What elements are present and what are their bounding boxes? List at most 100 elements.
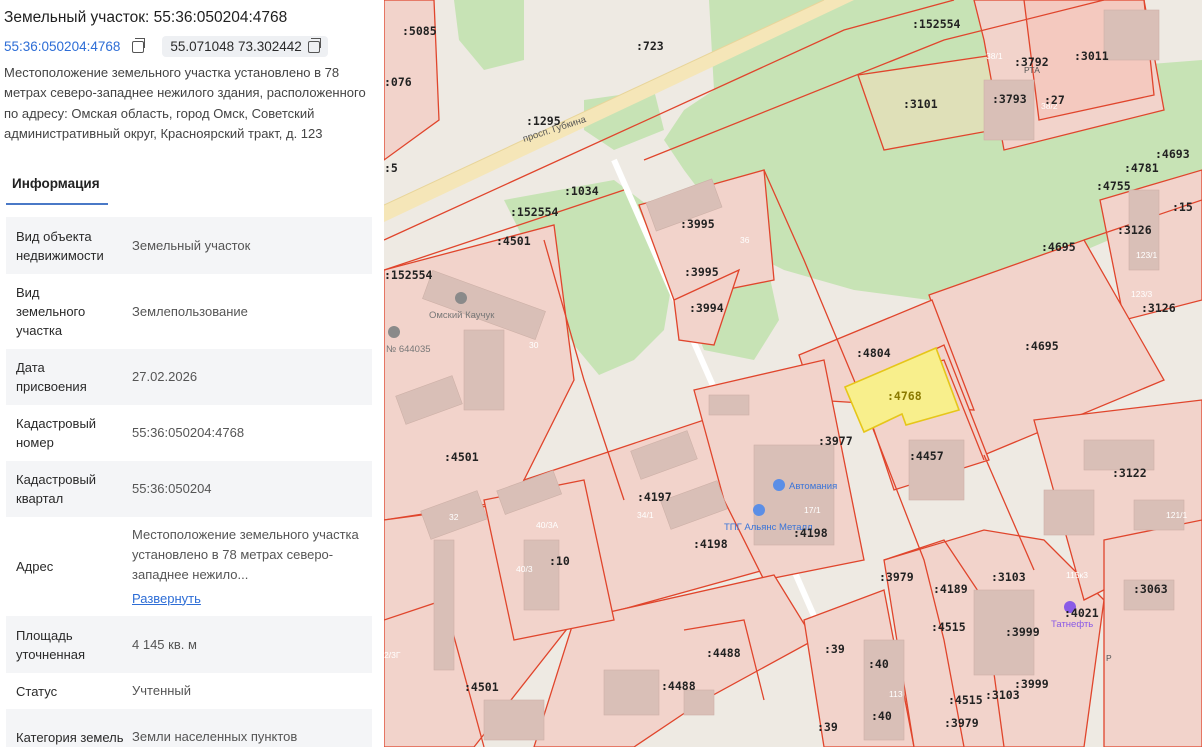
house-number: 115к3	[1066, 570, 1088, 580]
row-label: Статус	[16, 683, 58, 699]
row-value: Землепользование	[132, 303, 248, 319]
row-label: Кадастровый квартал	[16, 472, 97, 506]
poi-label: Омский Каучук	[429, 310, 495, 321]
house-number: 32	[449, 512, 459, 522]
coordinates-text: 55.071048 73.302442	[170, 39, 302, 54]
coordinates-chip[interactable]: 55.071048 73.302442	[162, 36, 328, 57]
parcel-label: :4488	[706, 646, 741, 660]
parcel-label: :5085	[402, 24, 437, 38]
parcel-label: :10	[549, 554, 570, 568]
parcel-label: :3792	[1014, 55, 1049, 69]
selected-parcel-label: :4768	[887, 389, 922, 403]
parcel-label: :39	[817, 720, 838, 734]
parcel-label: :723	[636, 39, 664, 53]
parcel-label: :3979	[944, 716, 979, 730]
house-number: 36	[740, 235, 750, 245]
poi-label: № 644035	[386, 344, 431, 355]
parcel-label: :4695	[1041, 240, 1076, 254]
house-number: 30	[529, 340, 539, 350]
shop-icon	[753, 504, 765, 516]
row-value: Земельный участок	[132, 237, 251, 253]
parcel-label: :4755	[1096, 179, 1131, 193]
table-row: Категория земель Земли населенных пункто…	[6, 709, 372, 747]
house-number: 38/1	[986, 51, 1003, 61]
parcel-label: :4501	[444, 450, 479, 464]
parcel-label: :15	[1172, 200, 1193, 214]
parcel-label: :3979	[879, 570, 914, 584]
parcel-label: :1295	[526, 114, 561, 128]
parcel-label: :4515	[931, 620, 966, 634]
row-label: Вид земельного участка	[16, 285, 86, 338]
expand-link[interactable]: Развернуть	[132, 589, 372, 609]
row-value: 4 145 кв. м	[132, 636, 197, 652]
table-row: Вид земельного участка Землепользование	[6, 274, 372, 349]
row-value: Земли населенных пунктов	[132, 729, 298, 744]
parcel-label: :4488	[661, 679, 696, 693]
tab-information[interactable]: Информация	[12, 176, 100, 191]
parcel-label: :3994	[689, 301, 724, 315]
parcel-label: :3126	[1141, 301, 1176, 315]
cadastral-map[interactable]: просп. Губкина Омский Каучук № 644035 Ав…	[384, 0, 1202, 747]
copy-icon[interactable]	[132, 37, 146, 53]
house-number: 113	[889, 689, 903, 699]
row-label: Категория земель	[16, 729, 124, 745]
tab-underline	[6, 203, 108, 205]
parcel-label: :076	[384, 75, 412, 89]
house-number: 17/1	[804, 505, 821, 515]
house-number: 123/1	[1136, 250, 1158, 260]
table-row: Площадь уточненная 4 145 кв. м	[6, 616, 372, 673]
parcel-label: :5	[384, 161, 398, 175]
id-chips: 55:36:050204:4768 55.071048 73.302442	[4, 36, 328, 57]
table-row: Вид объекта недвижимости Земельный участ…	[6, 217, 372, 274]
address-text: Местоположение земельного участка устано…	[132, 526, 359, 582]
row-label: Адрес	[16, 559, 54, 574]
parcel-label: :4198	[793, 526, 828, 540]
parcel-label: :3103	[985, 688, 1020, 702]
car-icon	[773, 479, 785, 491]
row-label: Вид объекта недвижимости	[16, 228, 104, 263]
parcel-label: :4693	[1155, 147, 1190, 161]
location-description: Местоположение земельного участка устано…	[4, 65, 366, 142]
parcel-label: :3063	[1133, 582, 1168, 596]
parcel-label: :40	[868, 657, 889, 671]
row-value: Местоположение земельного участка устано…	[132, 525, 372, 609]
parcel-label: :4189	[933, 582, 968, 596]
info-panel: Земельный участок: 55:36:050204:4768 55:…	[0, 0, 384, 747]
parcel-label: :4457	[909, 449, 944, 463]
parcel-label: :152554	[510, 205, 559, 219]
cadastral-number-link[interactable]: 55:36:050204:4768	[4, 39, 120, 54]
row-value: 55:36:050204	[132, 481, 212, 496]
parcel-label: :1034	[564, 184, 599, 198]
house-number: 34/1	[637, 510, 654, 520]
parcel-label: :152554	[912, 17, 961, 31]
house-number: 123/3	[1131, 289, 1153, 299]
parcel-label: :4515	[948, 693, 983, 707]
parcel-label: :3103	[991, 570, 1026, 584]
table-row: Статус Учтенный	[6, 673, 372, 709]
poi-label: Татнефть	[1051, 619, 1093, 630]
house-number: 2/3Г	[384, 650, 401, 660]
copy-icon[interactable]	[307, 37, 321, 53]
house-number: 121/1	[1166, 510, 1188, 520]
table-row: Дата присвоения 27.02.2026	[6, 349, 372, 405]
parcel-label: :3793	[992, 92, 1027, 106]
parcel-label: :40	[871, 709, 892, 723]
row-label: Дата присвоения	[16, 360, 87, 394]
parking-letter: Р	[1106, 653, 1112, 663]
parcel-label: :3995	[684, 265, 719, 279]
parcel-label: :4501	[496, 234, 531, 248]
info-table: Вид объекта недвижимости Земельный участ…	[6, 217, 372, 747]
house-number: 40/3А	[536, 520, 559, 530]
parcel-label: :4781	[1124, 161, 1159, 175]
page-title: Земельный участок: 55:36:050204:4768	[4, 9, 288, 26]
row-value: Учтенный	[132, 683, 192, 698]
parcel-label: :27	[1044, 93, 1065, 107]
parcel-label: :4197	[637, 490, 672, 504]
parcel-label: :152554	[384, 268, 433, 282]
bank-icon	[455, 292, 467, 304]
parcel-label: :3011	[1074, 49, 1109, 63]
table-row: Адрес Местоположение земельного участка …	[6, 517, 372, 616]
parcel-label: :3126	[1117, 223, 1152, 237]
row-value: 27.02.2026	[132, 369, 198, 384]
post-icon	[388, 326, 400, 338]
